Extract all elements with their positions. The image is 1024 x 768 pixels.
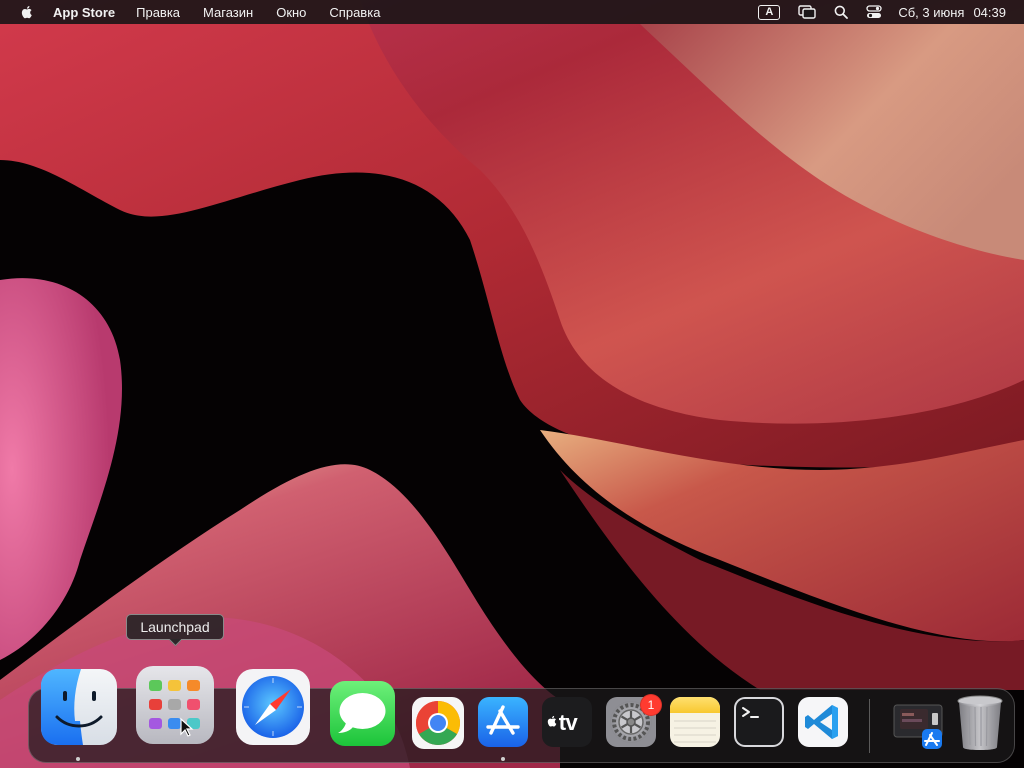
vscode-icon: [798, 697, 848, 747]
running-indicator-app-store: [501, 757, 505, 761]
input-source-icon[interactable]: A: [758, 4, 781, 20]
dock-item-app-store[interactable]: [478, 697, 528, 747]
dock-item-messages[interactable]: [330, 681, 395, 746]
menu-help[interactable]: Справка: [329, 5, 380, 20]
chrome-icon: [412, 697, 464, 749]
launchpad-icon: [136, 666, 214, 744]
safari-icon: [236, 669, 310, 745]
finder-icon: [41, 669, 117, 745]
tooltip-arrow: [169, 639, 181, 651]
dock-item-chrome[interactable]: [412, 697, 464, 749]
dock-item-launchpad[interactable]: [136, 666, 214, 744]
dock-item-terminal[interactable]: [734, 697, 784, 747]
menu-bar: App Store Правка Магазин Окно Справка A: [0, 0, 1024, 24]
dock-divider: [869, 699, 870, 753]
terminal-icon: [734, 697, 784, 747]
dock-item-safari[interactable]: [236, 669, 310, 745]
status-area: A Сб, 3 июня 04:39: [758, 0, 1024, 24]
app-store-icon: [478, 697, 528, 747]
desktop-wallpaper: [0, 0, 1024, 768]
app-menu-app-store[interactable]: App Store: [53, 5, 115, 20]
dock-tooltip: Launchpad: [126, 614, 224, 640]
messages-icon: [330, 681, 395, 746]
dock-item-notes[interactable]: [670, 697, 720, 747]
clock-date: Сб, 3 июня: [898, 4, 965, 20]
running-indicator-finder: [76, 757, 80, 761]
dock-item-finder[interactable]: [41, 669, 117, 745]
dock-item-vscode[interactable]: [798, 697, 848, 747]
clock-time: 04:39: [973, 4, 1006, 20]
trash-icon: [957, 695, 1003, 750]
downloads-stack-icon: [893, 704, 943, 749]
screen-mirroring-icon[interactable]: [798, 0, 817, 24]
control-center-icon[interactable]: [866, 0, 882, 24]
menu-bar-clock[interactable]: Сб, 3 июня 04:39: [898, 5, 1006, 20]
apple-tv-label: tv: [558, 710, 578, 735]
notes-icon: [670, 697, 720, 747]
dock-item-downloads-stack[interactable]: [886, 699, 946, 751]
notification-badge: 1: [640, 694, 662, 716]
spotlight-search-icon[interactable]: [834, 0, 849, 24]
apple-logo-icon[interactable]: [19, 4, 35, 20]
menu-window[interactable]: Окно: [276, 5, 306, 20]
tooltip-label: Launchpad: [140, 619, 210, 635]
menu-edit[interactable]: Правка: [136, 5, 180, 20]
dock-item-trash[interactable]: [955, 693, 1005, 751]
menu-store[interactable]: Магазин: [203, 5, 253, 20]
